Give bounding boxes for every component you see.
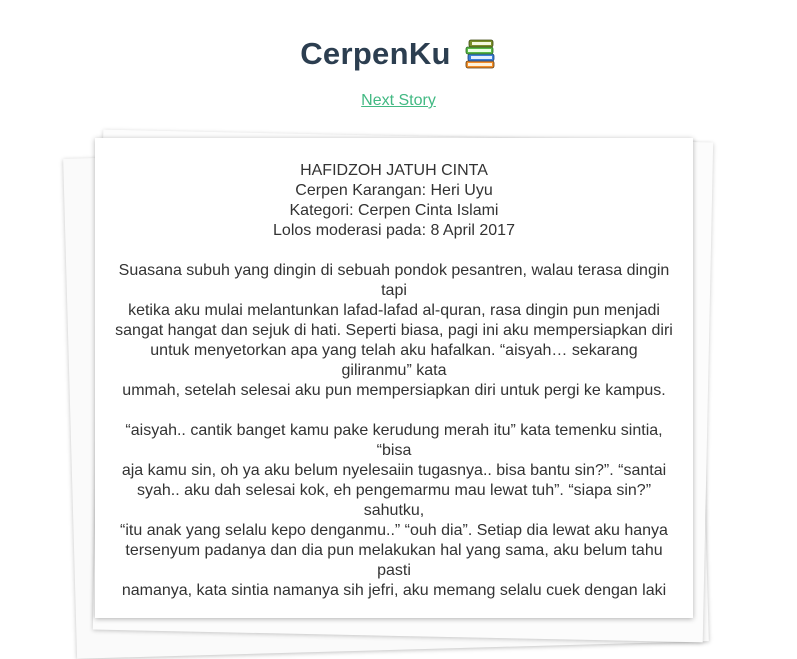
story-title: HAFIDZOH JATUH CINTA: [300, 162, 488, 179]
title-row: CerpenKu: [0, 34, 797, 74]
paragraph-break: [115, 401, 673, 421]
story-line: ummah, setelah selesai aku pun mempersia…: [122, 382, 666, 399]
story-paper: HAFIDZOH JATUH CINTA Cerpen Karangan: He…: [95, 138, 693, 618]
story-line: aja kamu sin, oh ya aku belum nyelesaiin…: [121, 462, 667, 479]
story-category: Kategori: Cerpen Cinta Islami: [289, 202, 499, 219]
story-content: HAFIDZOH JATUH CINTA Cerpen Karangan: He…: [115, 161, 673, 601]
story-line: “aisyah.. cantik banget kamu pake kerudu…: [125, 422, 663, 459]
next-story-link-row: Next Story: [0, 92, 797, 110]
story-line: Suasana subuh yang dingin di sebuah pond…: [118, 262, 670, 299]
story-line: syah.. aku dah selesai kok, eh pengemarm…: [136, 482, 652, 519]
story-line: ketika aku mulai melantunkan lafad-lafad…: [128, 302, 660, 319]
story-line: sangat hangat dan sejuk di hati. Seperti…: [115, 322, 673, 339]
app-title: CerpenKu: [300, 36, 451, 71]
story-line: untuk menyetorkan apa yang telah aku haf…: [150, 342, 638, 379]
books-icon: [463, 37, 497, 71]
story-moderation-date: Lolos moderasi pada: 8 April 2017: [273, 222, 515, 239]
next-story-link[interactable]: Next Story: [361, 92, 436, 109]
story-line: “itu anak yang selalu kepo denganmu..” “…: [120, 522, 668, 539]
story-line: namanya, kata sintia namanya sih jefri, …: [121, 582, 667, 599]
story-line: tersenyum padanya dan dia pun melakukan …: [125, 542, 663, 579]
story-author: Cerpen Karangan: Heri Uyu: [295, 182, 493, 199]
